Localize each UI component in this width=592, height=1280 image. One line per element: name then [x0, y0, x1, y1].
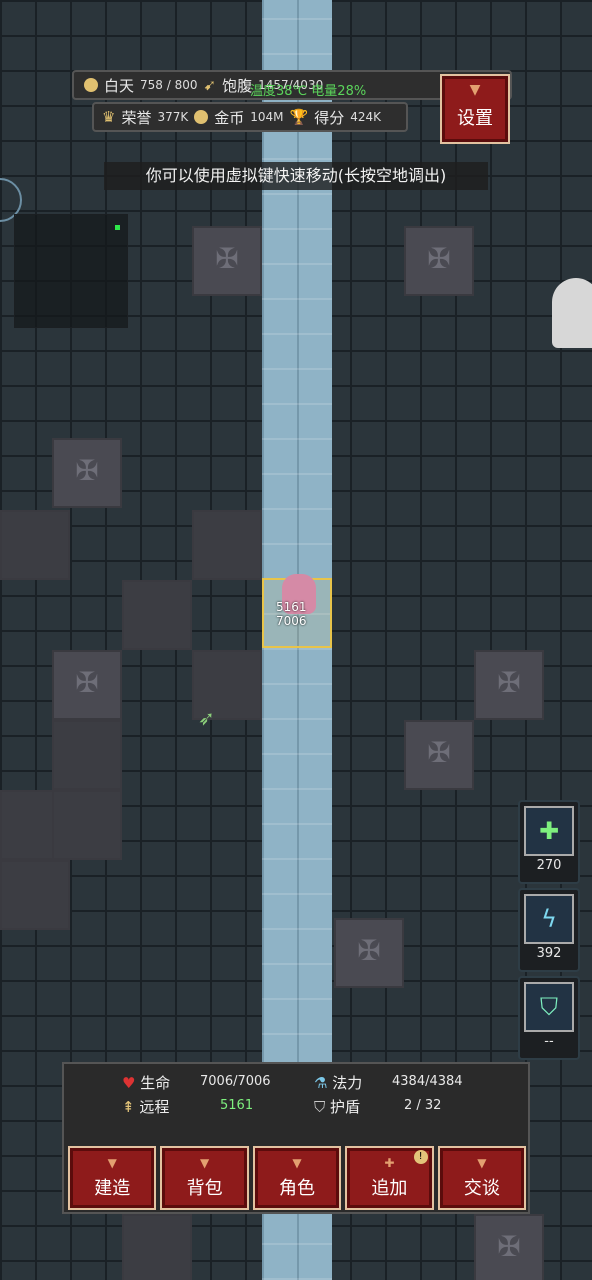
stone-tile [334, 918, 404, 988]
stone-tile [52, 650, 122, 720]
stone-tile [52, 790, 122, 860]
add-button[interactable]: ✚ 追加 ! [345, 1146, 434, 1210]
gold-value: 104M [250, 110, 284, 124]
gold-label: 金币 [214, 108, 245, 127]
mp-line: ⚗ 法力 [314, 1074, 363, 1092]
action-buttons: ▼ 建造 ▼ 背包 ▼ 角色 ✚ 追加 ! ▼ 交谈 [68, 1146, 527, 1210]
stone-tile [474, 1214, 544, 1280]
bottom-panel: ♥ 生命 7006/7006 ⚗ 法力 4384/4384 ⇞ 远程 5161 … [62, 1062, 530, 1214]
mp-value: 4384/4384 [392, 1074, 463, 1089]
notification-badge: ! [413, 1150, 428, 1164]
skill-cross[interactable]: ✚ 270 [518, 800, 580, 884]
stone-tile [192, 510, 262, 580]
shield-value: 2 / 32 [404, 1098, 442, 1113]
hp-value: 7006/7006 [200, 1074, 271, 1089]
hammer-icon: ▼ [107, 1156, 117, 1170]
skill-shield[interactable]: ⛉ -- [518, 976, 580, 1060]
character-button[interactable]: ▼ 角色 [252, 1146, 342, 1210]
ghost-enemy[interactable] [552, 278, 592, 348]
speech-icon: ▼ [477, 1156, 487, 1170]
stone-tile [52, 438, 122, 508]
stone-tile [0, 860, 70, 930]
character-icon: ▼ [292, 1156, 302, 1170]
stone-tile [0, 510, 70, 580]
stone-tile [404, 226, 474, 296]
hp-line: ♥ 生命 [122, 1074, 171, 1092]
player-character[interactable]: 5161 7006 [262, 574, 332, 648]
stone-tile [122, 1214, 192, 1280]
bow-icon: ⇞ [122, 1098, 135, 1116]
crown-icon: ♛ [102, 108, 116, 126]
stone-tile [192, 226, 262, 296]
hero-ranged: 5161 [276, 600, 307, 614]
score-value: 424K [350, 110, 382, 124]
hero-hp: 7006 [276, 614, 307, 628]
stone-tile [52, 720, 122, 790]
shield-line: ⛉ 护盾 [314, 1098, 361, 1116]
sun-icon [84, 78, 98, 92]
device-status: 温度38℃ 电量28% [250, 80, 366, 99]
score-label: 得分 [314, 108, 345, 127]
shield-small-icon: ⛉ [314, 1098, 326, 1116]
minimap[interactable] [14, 214, 128, 328]
talk-button[interactable]: ▼ 交谈 [437, 1146, 527, 1210]
game-map[interactable]: ➶ 5161 7006 白天 758 / 800 ➹ 饱腹 1457/4030 … [0, 0, 592, 1280]
time-label: 白天 [104, 76, 135, 95]
cross-icon: ✚ [524, 806, 574, 856]
hunger-label: 饱腹 [222, 76, 253, 95]
arrow-item-icon[interactable]: ➶ [198, 706, 215, 730]
movement-hint: 你可以使用虚拟键快速移动(长按空地调出) [104, 162, 488, 190]
lightning-icon: ϟ [524, 894, 574, 944]
bag-icon: ▼ [199, 1156, 210, 1170]
gear-icon: ▼ [469, 82, 481, 98]
stone-tile [474, 650, 544, 720]
build-button[interactable]: ▼ 建造 [68, 1146, 157, 1210]
player-marker [115, 225, 120, 230]
temperature: 温度38℃ [250, 84, 308, 99]
ranged-line: ⇞ 远程 [122, 1098, 170, 1116]
shield-icon: ⛉ [524, 982, 574, 1032]
settings-button[interactable]: ▼ 设置 [440, 74, 510, 144]
stone-tile [122, 580, 192, 650]
battery: 电量28% [311, 84, 367, 99]
time-value: 758 / 800 [140, 78, 198, 92]
honor-value: 377K [157, 110, 189, 124]
stone-tile [404, 720, 474, 790]
heart-icon: ♥ [122, 1074, 136, 1092]
ranged-value: 5161 [220, 1098, 254, 1113]
hunger-icon: ➹ [203, 76, 217, 94]
bag-button[interactable]: ▼ 背包 [160, 1146, 249, 1210]
coin-icon [194, 110, 209, 124]
skill-lightning[interactable]: ϟ 392 [518, 888, 580, 972]
potion-icon: ⚗ [314, 1074, 328, 1092]
honor-label: 荣誉 [121, 108, 152, 127]
status-bar-resources: ♛ 荣誉 377K 金币 104M 🏆 得分 424K [92, 102, 408, 132]
trophy-icon: 🏆 [289, 108, 309, 126]
